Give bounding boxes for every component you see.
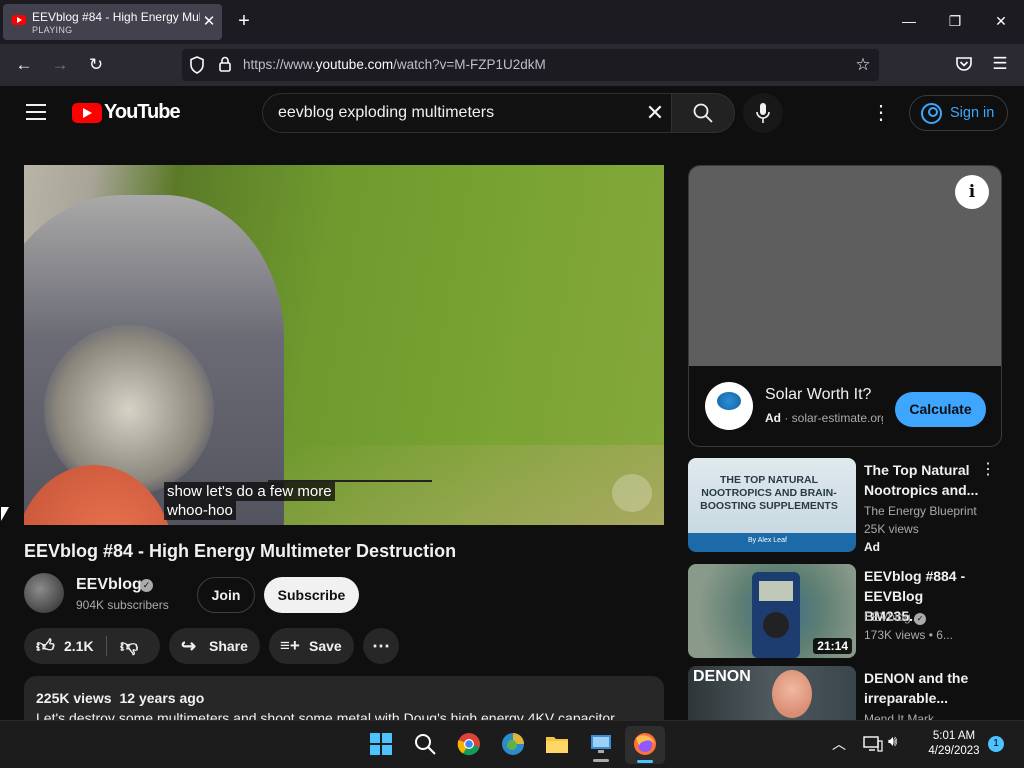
thumbnail-text: THE TOP NATURAL NOOTROPICS AND BRAIN-BOO…: [700, 474, 838, 512]
tab-title: EEVblog #84 - High Energy Multimeter Des…: [32, 10, 200, 24]
voice-search-button[interactable]: [743, 93, 783, 133]
recommendation-thumbnail[interactable]: THE TOP NATURAL NOOTROPICS AND BRAIN-BOO…: [688, 458, 856, 552]
youtube-favicon-icon: [12, 15, 26, 25]
recommendation-item[interactable]: DENON DENON and the irreparable... Mend …: [688, 666, 1012, 720]
edge-canary-icon[interactable]: [501, 732, 525, 756]
save-button[interactable]: ≡+ Save: [269, 628, 354, 664]
calculate-button[interactable]: Calculate: [895, 392, 986, 427]
windows-start-icon[interactable]: [369, 732, 393, 756]
restore-icon[interactable]: ❐: [944, 10, 966, 32]
recommendation-title[interactable]: DENON and the irreparable...: [864, 668, 982, 708]
view-count: 225K views: [36, 690, 112, 706]
url-text[interactable]: https://www.youtube.com/watch?v=M-FZP1U2…: [243, 57, 546, 72]
minimize-icon[interactable]: —: [898, 10, 920, 32]
notification-badge[interactable]: 1: [988, 736, 1004, 752]
ad-badge: Ad: [864, 540, 880, 554]
dislike-icon[interactable]: 👎︎: [120, 628, 138, 664]
youtube-logo-text[interactable]: YouTube: [104, 101, 181, 124]
like-icon[interactable]: 👍︎: [36, 628, 55, 664]
more-actions-icon[interactable]: ⋯: [363, 628, 399, 664]
search-icon: [693, 103, 713, 123]
recommendation-thumbnail[interactable]: DENON: [688, 666, 856, 720]
caption-line-2: whoo-hoo: [164, 501, 236, 520]
tab-playing-label: PLAYING: [32, 25, 73, 35]
clear-search-icon[interactable]: ✕: [643, 101, 667, 125]
pocket-icon[interactable]: [955, 56, 973, 73]
ad-info-icon[interactable]: i: [955, 175, 989, 209]
share-icon: ↪: [181, 636, 197, 656]
recommendation-channel[interactable]: EEVblog: [864, 610, 911, 624]
chrome-icon[interactable]: [457, 732, 481, 756]
upload-age: 12 years ago: [119, 690, 205, 706]
verified-check-icon: ✓: [914, 613, 927, 625]
sign-in-button[interactable]: Sign in: [909, 95, 1008, 131]
verified-check-icon: ✓: [140, 579, 153, 592]
thumbnail-byline: By Alex Leaf: [748, 537, 787, 544]
like-dislike-group: 👍︎ 2.1K 👎︎: [24, 628, 160, 664]
channel-avatar[interactable]: [24, 573, 64, 613]
tab-close-icon[interactable]: ✕: [200, 13, 218, 31]
ad-card[interactable]: i Solar Worth It? Ad · solar-estimate.or…: [688, 165, 1002, 447]
advertiser-logo[interactable]: [705, 382, 753, 430]
video-duration: 21:14: [813, 638, 852, 654]
search-button[interactable]: [671, 93, 735, 133]
back-arrow-icon[interactable]: ←: [13, 54, 35, 76]
network-icon[interactable]: [863, 735, 883, 753]
settings-more-icon[interactable]: ⋮: [869, 101, 893, 125]
shield-icon[interactable]: [189, 56, 205, 74]
search-query[interactable]: eevblog exploding multimeters: [278, 104, 494, 122]
youtube-logo-icon[interactable]: [72, 103, 102, 123]
subscribe-button[interactable]: Subscribe: [264, 577, 359, 613]
recommendation-views: 25K views: [864, 522, 919, 536]
file-explorer-icon[interactable]: [545, 732, 569, 756]
video-player[interactable]: [24, 165, 664, 525]
video-title: EEVblog #84 - High Energy Multimeter Des…: [24, 541, 457, 561]
recommendation-views: 173K views: [864, 628, 926, 642]
share-button[interactable]: ↪ Share: [169, 628, 260, 664]
ad-title[interactable]: Solar Worth It?: [765, 386, 871, 404]
search-icon[interactable]: [413, 732, 437, 756]
volume-icon[interactable]: 🔊︎: [888, 733, 897, 750]
recommendation-channel[interactable]: Mend It Mark: [864, 712, 934, 720]
lock-icon[interactable]: [218, 55, 232, 73]
new-tab-icon[interactable]: +: [233, 10, 255, 32]
recommendation-title[interactable]: The Top Natural Nootropics and...: [864, 460, 982, 500]
presenter-face: [772, 670, 812, 718]
system-clock[interactable]: 5:01 AM 4/29/2023: [921, 729, 987, 759]
save-playlist-icon: ≡+: [280, 636, 300, 655]
mouse-cursor-icon: [1, 507, 9, 521]
subscriber-count: 904K subscribers: [76, 598, 169, 612]
forward-arrow-icon[interactable]: →: [49, 54, 71, 76]
ad-domain: solar-estimate.org: [791, 411, 883, 425]
remote-desktop-icon[interactable]: [589, 732, 613, 756]
recommendation-item[interactable]: 21:14 EEVblog #884 - EEVBlog BM235... EE…: [688, 564, 1012, 658]
microphone-icon: [756, 103, 770, 123]
recommendation-menu-icon[interactable]: ⋮: [980, 460, 996, 480]
recommendation-age: 6...: [936, 628, 953, 642]
join-button[interactable]: Join: [197, 577, 255, 613]
account-icon: [921, 103, 942, 124]
ad-badge: Ad: [765, 411, 781, 425]
recommendation-item[interactable]: THE TOP NATURAL NOOTROPICS AND BRAIN-BOO…: [688, 458, 1012, 554]
reload-icon[interactable]: ↻: [85, 54, 107, 76]
bookmark-star-icon[interactable]: ☆: [852, 54, 874, 76]
tray-overflow-icon[interactable]: ︿: [832, 734, 846, 754]
thumbnail-text: DENON: [693, 668, 751, 685]
caption-line-1: show let's do a few more: [164, 482, 335, 501]
screen: EEVblog #84 - High Energy Multimeter Des…: [0, 0, 1024, 768]
recommendation-channel[interactable]: The Energy Blueprint: [864, 504, 977, 518]
channel-name[interactable]: EEVblog: [76, 576, 142, 594]
guide-menu-icon[interactable]: [26, 104, 46, 120]
like-count[interactable]: 2.1K: [64, 628, 94, 664]
window-close-icon[interactable]: ✕: [990, 10, 1012, 32]
channel-watermark-icon[interactable]: [612, 474, 652, 512]
recommendation-thumbnail[interactable]: 21:14: [688, 564, 856, 658]
firefox-icon[interactable]: [633, 732, 657, 756]
browser-tab-active[interactable]: EEVblog #84 - High Energy Multimeter Des…: [3, 4, 222, 40]
multimeter-image: [752, 572, 800, 658]
browser-tab-strip: EEVblog #84 - High Energy Multimeter Des…: [0, 0, 1024, 44]
menu-icon[interactable]: ☰: [989, 53, 1011, 75]
